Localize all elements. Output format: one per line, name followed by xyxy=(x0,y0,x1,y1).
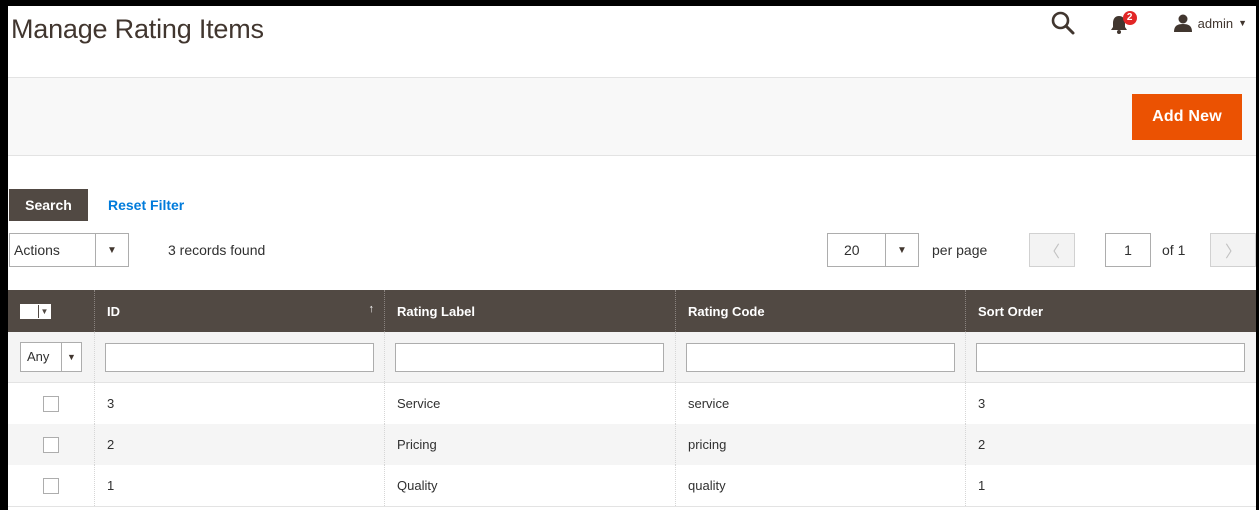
row-checkbox[interactable] xyxy=(43,395,59,412)
window-frame-left xyxy=(0,0,8,510)
cell-id: 2 xyxy=(94,424,384,465)
column-header-sort-order[interactable]: Sort Order xyxy=(965,290,1256,332)
user-name: admin xyxy=(1197,15,1234,31)
mass-actions-select[interactable]: Actions ▼ xyxy=(9,233,129,267)
search-button[interactable]: Search xyxy=(9,189,88,221)
mass-select-dropdown[interactable]: ▼ xyxy=(20,303,51,319)
notification-badge: 2 xyxy=(1122,11,1137,25)
filter-id-input[interactable] xyxy=(105,342,374,372)
filter-rating-code-input[interactable] xyxy=(686,342,955,372)
mass-select-header: ▼ xyxy=(8,290,94,332)
per-page-select[interactable]: 20 ▼ xyxy=(827,233,919,267)
column-header-rating-label[interactable]: Rating Label xyxy=(384,290,675,332)
cell-sort-order: 2 xyxy=(965,424,1256,465)
cell-id: 3 xyxy=(94,383,384,424)
cell-rating-code: pricing xyxy=(675,424,965,465)
previous-page-button[interactable]: 〈 xyxy=(1029,233,1075,267)
cell-rating-code: service xyxy=(675,383,965,424)
cell-rating-label: Pricing xyxy=(384,424,675,465)
chevron-down-icon: ▼ xyxy=(1238,18,1247,28)
sort-arrow-icon: ↑ xyxy=(368,303,375,315)
user-icon xyxy=(1173,14,1192,32)
table-row[interactable]: 3 Service service 3 xyxy=(8,383,1256,424)
column-header-rating-code[interactable]: Rating Code xyxy=(675,290,965,332)
chevron-right-icon: 〉 xyxy=(1224,244,1241,261)
current-page-input[interactable] xyxy=(1105,233,1151,267)
chevron-down-icon: ▼ xyxy=(95,234,128,266)
cell-rating-label: Service xyxy=(384,383,675,424)
add-new-button[interactable]: Add New xyxy=(1132,94,1242,140)
cell-rating-label: Quality xyxy=(384,465,675,506)
notifications-button[interactable]: 2 xyxy=(1108,10,1138,36)
chevron-down-icon: ▼ xyxy=(38,304,50,318)
row-checkbox[interactable] xyxy=(43,436,59,453)
header-actions: 2 admin ▼ xyxy=(1050,10,1247,36)
search-icon[interactable] xyxy=(1050,10,1076,36)
table-row[interactable]: 1 Quality quality 1 xyxy=(8,465,1256,506)
column-header-id[interactable]: ID ↑ xyxy=(94,290,384,332)
row-checkbox[interactable] xyxy=(43,477,59,494)
grid-header-row: ▼ ID ↑ Rating Label Rating Code Sort Ord… xyxy=(8,290,1256,332)
reset-filter-link[interactable]: Reset Filter xyxy=(108,197,184,213)
cell-id: 1 xyxy=(94,465,384,506)
select-filter-value: Any xyxy=(27,349,50,364)
per-page-label: per page xyxy=(932,242,988,258)
page-actions-bar: Add New xyxy=(8,77,1256,156)
table-row[interactable]: 2 Pricing pricing 2 xyxy=(8,424,1256,465)
page-title: Manage Rating Items xyxy=(11,14,264,44)
records-found-count: 3 records found xyxy=(168,242,266,258)
total-pages-label: of 1 xyxy=(1162,242,1186,258)
select-filter-dropdown[interactable]: Any ▼ xyxy=(20,342,82,372)
per-page-value: 20 xyxy=(844,242,860,258)
cell-sort-order: 3 xyxy=(965,383,1256,424)
grid-bottom-border xyxy=(8,506,1256,507)
mass-actions-label: Actions xyxy=(14,242,60,258)
window-frame-top xyxy=(0,0,1259,6)
cell-rating-code: quality xyxy=(675,465,965,506)
filter-rating-label-input[interactable] xyxy=(395,342,664,372)
chevron-down-icon: ▼ xyxy=(61,343,81,371)
chevron-left-icon: 〈 xyxy=(1043,244,1060,261)
chevron-down-icon: ▼ xyxy=(885,234,918,266)
filter-sort-order-input[interactable] xyxy=(976,342,1245,372)
next-page-button[interactable]: 〉 xyxy=(1210,233,1256,267)
cell-sort-order: 1 xyxy=(965,465,1256,506)
grid-filter-row: Any ▼ xyxy=(8,332,1256,383)
user-menu[interactable]: admin ▼ xyxy=(1173,14,1247,32)
rating-items-grid: ▼ ID ↑ Rating Label Rating Code Sort Ord… xyxy=(8,290,1256,506)
